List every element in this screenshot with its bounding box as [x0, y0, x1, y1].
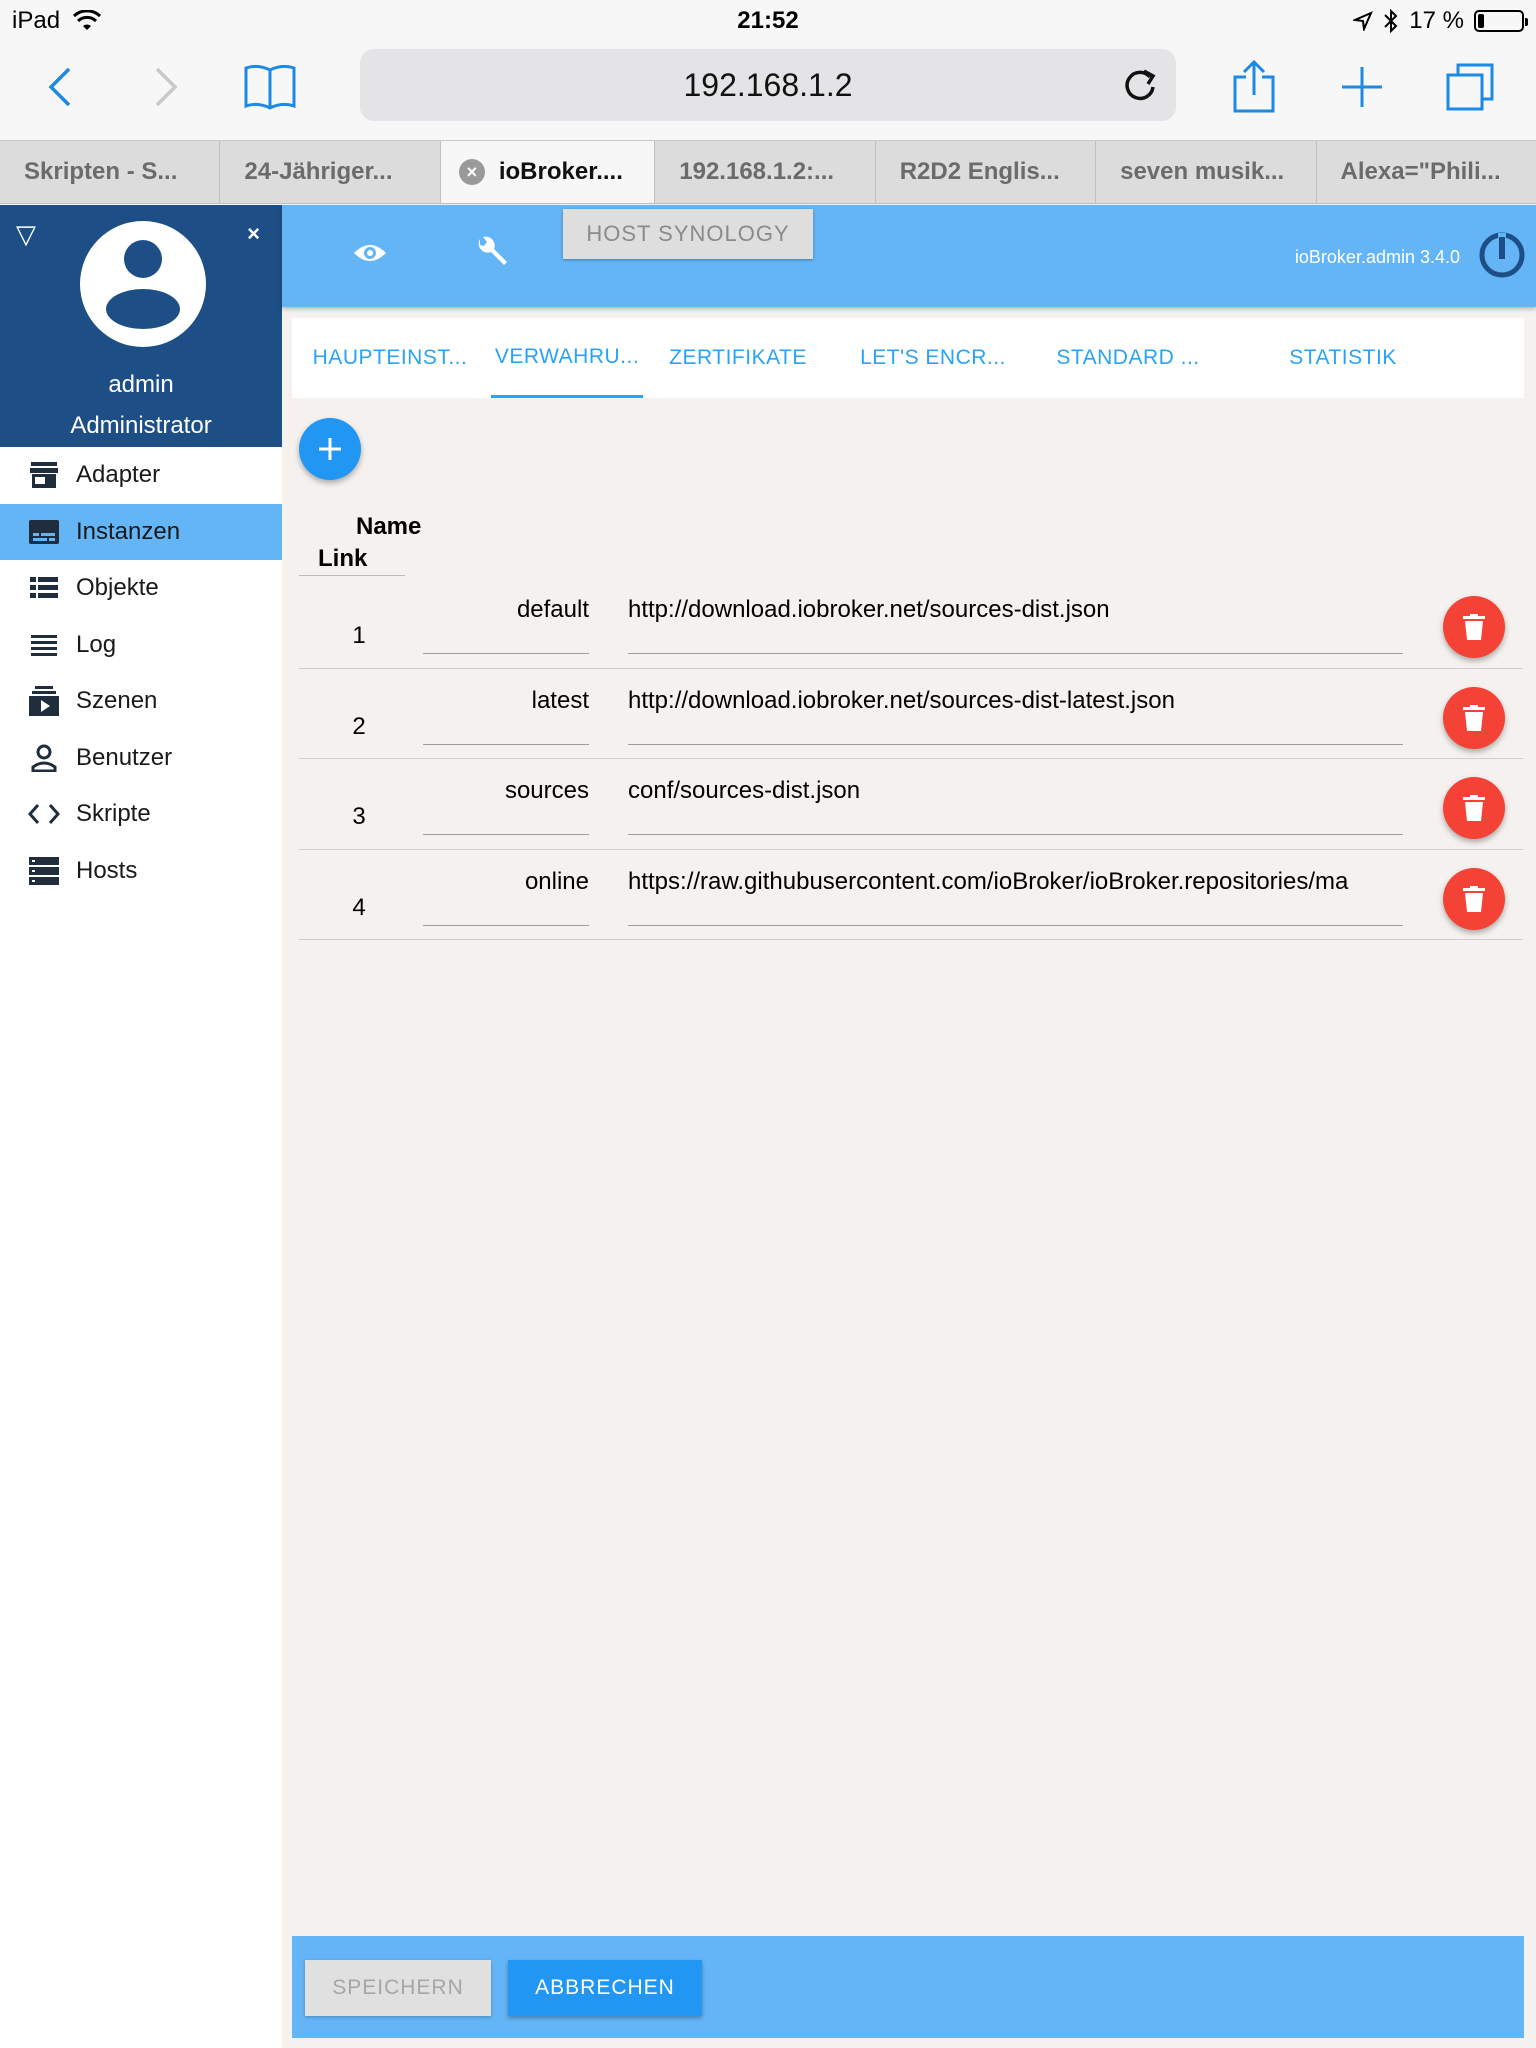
code-icon — [28, 798, 60, 830]
browser-tab[interactable]: 192.168.1.2:... — [655, 141, 876, 203]
user-icon — [28, 742, 60, 774]
menu-toggle-icon[interactable]: ▽ — [16, 219, 36, 250]
table-row: 4 online https://raw.githubusercontent.c… — [299, 850, 1523, 940]
cancel-button[interactable]: ABBRECHEN — [508, 1960, 702, 2016]
scenes-icon — [28, 685, 60, 717]
wrench-icon[interactable] — [474, 235, 510, 271]
browser-tab[interactable]: seven musik... — [1096, 141, 1317, 203]
row-number: 1 — [352, 622, 366, 649]
table-row: 3 sources conf/sources-dist.json — [299, 759, 1523, 850]
browser-tab[interactable]: Skripten - S... — [0, 141, 221, 203]
repo-name-input[interactable]: online — [423, 868, 589, 926]
address-bar[interactable]: 192.168.1.2 — [360, 49, 1176, 121]
reload-icon[interactable] — [1116, 61, 1164, 109]
browser-tab[interactable]: R2D2 Englis... — [876, 141, 1097, 203]
repo-link-input[interactable]: http://download.iobroker.net/sources-dis… — [628, 596, 1403, 654]
footer-bar: SPEICHERN ABBRECHEN — [292, 1936, 1524, 2038]
table-row: 2 latest http://download.iobroker.net/so… — [299, 669, 1523, 759]
header-divider — [299, 575, 405, 576]
battery-icon — [1474, 10, 1528, 32]
sidebar-nav: Adapter Instanzen Objekte Log Szenen Ben… — [0, 447, 282, 899]
forward-icon[interactable] — [136, 57, 196, 117]
share-icon[interactable] — [1224, 57, 1284, 117]
sidebar-item-instanzen[interactable]: Instanzen — [0, 503, 282, 560]
trash-icon — [1463, 885, 1485, 912]
repo-link-input[interactable]: https://raw.githubusercontent.com/ioBrok… — [628, 868, 1403, 926]
bookmarks-icon[interactable] — [240, 57, 300, 117]
repo-name-input[interactable]: default — [423, 596, 589, 654]
sidebar-item-adapter[interactable]: Adapter — [0, 447, 282, 504]
avatar — [80, 221, 206, 347]
repo-link-input[interactable]: http://download.iobroker.net/sources-dis… — [628, 687, 1403, 745]
repo-link-input[interactable]: conf/sources-dist.json — [628, 777, 1403, 835]
sidebar-item-szenen[interactable]: Szenen — [0, 673, 282, 730]
save-button[interactable]: SPEICHERN — [305, 1960, 491, 2016]
tabs-overview-icon[interactable] — [1440, 57, 1500, 117]
list-icon — [28, 572, 60, 604]
trash-icon — [1463, 795, 1485, 821]
browser-tab[interactable]: 24-Jähriger... — [220, 141, 441, 203]
location-icon — [1353, 11, 1374, 31]
version-label: ioBroker.admin 3.4.0 — [1294, 247, 1460, 267]
tab-statistik[interactable]: STATISTIK — [1223, 318, 1463, 398]
instances-icon — [28, 516, 60, 548]
bluetooth-icon — [1384, 9, 1398, 33]
url-text[interactable]: 192.168.1.2 — [360, 67, 1176, 104]
close-tab-icon[interactable]: × — [458, 159, 485, 185]
tab-haupteinstellungen[interactable]: HAUPTEINST... — [292, 318, 488, 398]
sidebar-header: ▽ × admin Administrator — [0, 205, 282, 447]
status-bar: iPad 21:52 17 % — [0, 0, 1536, 42]
store-icon — [28, 459, 60, 491]
log-icon — [28, 629, 60, 661]
row-number: 4 — [352, 893, 366, 921]
tab-lets-encrypt[interactable]: LET'S ENCR... — [833, 318, 1033, 398]
hosts-icon — [28, 855, 60, 887]
column-header-name: Name — [356, 513, 422, 540]
add-button[interactable] — [299, 418, 361, 480]
browser-tab-active[interactable]: × ioBroker.... — [440, 141, 656, 203]
column-header-link: Link — [318, 545, 368, 572]
host-select-button[interactable]: HOST SYNOLOGY — [563, 209, 813, 259]
delete-button[interactable] — [1443, 686, 1505, 749]
delete-button[interactable] — [1443, 596, 1505, 658]
app-bar: HOST SYNOLOGY ioBroker.admin 3.4.0 — [282, 205, 1536, 307]
sidebar-item-benutzer[interactable]: Benutzer — [0, 730, 282, 787]
clock: 21:52 — [737, 7, 799, 34]
sidebar-item-log[interactable]: Log — [0, 617, 282, 674]
tab-verwahrung[interactable]: VERWAHRU... — [491, 318, 643, 398]
sidebar: ▽ × admin Administrator Adapter Instanze… — [0, 205, 282, 2048]
tab-zertifikate[interactable]: ZERTIFIKATE — [643, 318, 833, 398]
new-tab-icon[interactable] — [1332, 57, 1392, 117]
trash-icon — [1463, 704, 1485, 731]
delete-button[interactable] — [1443, 777, 1505, 839]
browser-tab[interactable]: Alexa="Phili... — [1317, 141, 1536, 203]
tab-standard[interactable]: STANDARD ... — [1033, 318, 1223, 398]
account-icon — [106, 240, 180, 329]
user-name: admin — [108, 371, 174, 398]
repo-name-input[interactable]: latest — [423, 687, 589, 745]
browser-tab-strip: Skripten - S... 24-Jähriger... × ioBroke… — [0, 140, 1536, 204]
close-icon[interactable]: × — [247, 221, 260, 247]
back-icon[interactable] — [30, 57, 90, 117]
delete-button[interactable] — [1443, 867, 1505, 930]
battery-percent: 17 % — [1409, 7, 1464, 34]
table-row: 1 default http://download.iobroker.net/s… — [299, 578, 1523, 669]
trash-icon — [1463, 614, 1485, 640]
repo-name-input[interactable]: sources — [423, 777, 589, 835]
sidebar-item-objekte[interactable]: Objekte — [0, 560, 282, 617]
row-number: 3 — [352, 803, 366, 830]
row-number: 2 — [352, 712, 366, 740]
browser-toolbar: 192.168.1.2 — [0, 42, 1536, 140]
repository-rows: 1 default http://download.iobroker.net/s… — [299, 578, 1523, 940]
main-content: HOST SYNOLOGY ioBroker.admin 3.4.0 HAUPT… — [282, 205, 1536, 2048]
sidebar-item-skripte[interactable]: Skripte — [0, 786, 282, 843]
settings-tabs: HAUPTEINST... VERWAHRU... ZERTIFIKATE LE… — [292, 318, 1524, 398]
eye-icon[interactable] — [352, 241, 388, 265]
iobroker-logo-icon — [1479, 232, 1525, 278]
plus-icon — [319, 438, 341, 460]
user-role: Administrator — [70, 412, 212, 439]
sidebar-item-hosts[interactable]: Hosts — [0, 843, 282, 900]
